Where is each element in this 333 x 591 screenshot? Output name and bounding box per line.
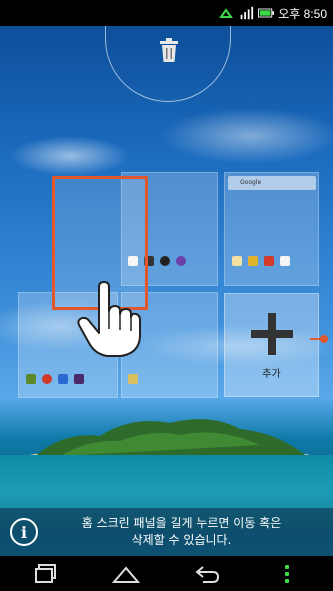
navigation-bar	[0, 556, 333, 591]
home-button[interactable]	[106, 561, 146, 587]
sync-icon	[218, 6, 234, 20]
callout-dot	[320, 335, 328, 343]
lte-signal-icon	[238, 6, 254, 20]
recent-apps-icon	[35, 563, 57, 583]
trash-icon[interactable]	[157, 37, 181, 63]
hand-pointer-icon	[77, 281, 141, 357]
add-panel-label: 추가	[262, 368, 281, 380]
mini-app-icon	[176, 256, 186, 266]
recent-apps-button[interactable]	[26, 561, 66, 587]
mini-search-widget: Google	[228, 176, 316, 190]
battery-icon	[258, 6, 275, 20]
panel-2-icons	[232, 256, 290, 266]
mini-app-icon	[42, 374, 52, 384]
plus-icon	[250, 312, 293, 355]
hint-text-line-1: 홈 스크린 패널을 길게 누르면 이동 혹은	[81, 516, 282, 530]
menu-icon	[284, 564, 289, 583]
menu-button[interactable]	[267, 561, 307, 587]
mini-app-icon	[160, 256, 170, 266]
hint-bar: i 홈 스크린 패널을 길게 누르면 이동 혹은 삭제할 수 있습니다.	[0, 508, 333, 556]
mini-app-icon	[26, 374, 36, 384]
mini-app-icon	[74, 374, 84, 384]
add-panel-button[interactable]: 추가	[224, 293, 319, 397]
mini-app-icon	[264, 256, 274, 266]
hint-text: 홈 스크린 패널을 길게 누르면 이동 혹은 삭제할 수 있습니다.	[38, 515, 333, 549]
status-bar: 오후 8:50	[0, 0, 333, 26]
mini-app-icon	[280, 256, 290, 266]
hint-text-line-2: 삭제할 수 있습니다.	[131, 533, 232, 547]
status-time: 오후 8:50	[278, 6, 327, 21]
mini-app-icon	[248, 256, 258, 266]
mini-app-icon	[58, 374, 68, 384]
info-icon: i	[10, 518, 38, 546]
mini-app-icon	[128, 374, 138, 384]
panel-4-icons	[128, 374, 138, 384]
panel-3-icons	[26, 374, 84, 384]
back-icon	[195, 565, 219, 583]
home-icon	[112, 565, 141, 583]
back-button[interactable]	[187, 561, 227, 587]
mini-app-icon	[232, 256, 242, 266]
